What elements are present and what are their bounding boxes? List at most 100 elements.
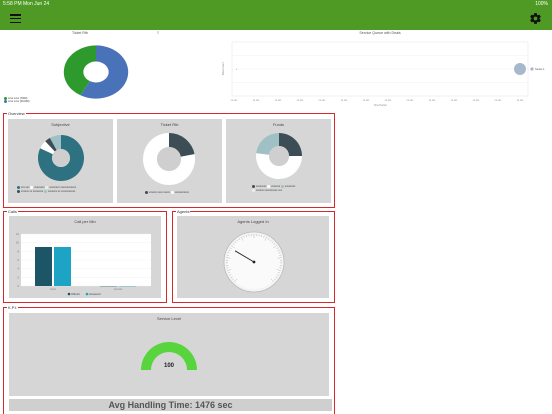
x-tick-label: xx xxx <box>385 99 392 102</box>
y-tick-label: 0 <box>18 284 20 288</box>
top-left-legend: xxxx xxxx (7000) xxxx xxxx (29,000) <box>4 97 29 103</box>
card-title: Funds <box>272 122 285 127</box>
legend-item: xxxxxxxx xxxxxxxxxxxx <box>45 186 76 189</box>
x-tick-label: xx xxx <box>363 99 370 102</box>
funds-donut-chart <box>256 133 302 179</box>
legend-dot <box>67 292 71 296</box>
card-title: Service Level <box>156 316 181 321</box>
legend-dot <box>252 185 255 188</box>
overview-label: Overview <box>7 111 26 116</box>
x-tick-label: xx xxx <box>319 99 326 102</box>
x-tick-label: xxxxxxx <box>114 288 123 291</box>
legend-dot <box>252 189 255 193</box>
x-tick-label: xx xxx <box>275 99 282 102</box>
legend-item: xxxxxx xx xxxxxxxx <box>17 190 43 193</box>
kpi-label: K.P.I. <box>7 305 19 310</box>
legend-dot <box>145 191 148 194</box>
x-tick-label: xx xxx <box>297 99 304 102</box>
ticket-rtb-legend: xxxxxx xxxx xxxxx xxxxxxxxxxx <box>145 191 189 194</box>
donut-hole <box>269 146 289 166</box>
top-left-donut-chart <box>63 45 129 99</box>
app-bar <box>0 8 552 30</box>
legend-item: xxxxxx xxxxxxxxxx xxx <box>252 189 282 192</box>
top-left-title: Ticket Rtb <box>71 31 89 35</box>
legend-item: xxxxxx xxxx xxxxx <box>145 191 170 194</box>
x-tick-label: xx xxx <box>495 99 502 102</box>
gear-icon[interactable] <box>529 12 542 25</box>
service-level-value: 100 <box>163 363 174 369</box>
top-left-menu-icon[interactable]: ≡ <box>157 30 159 35</box>
x-tick-label: xx xxx <box>451 99 458 102</box>
funds-legend: xxxxxxxx xxxxxxx xxxxxxxx xxxxxx xxxxxxx… <box>252 185 295 193</box>
x-axis-label: Time Period <box>374 104 387 107</box>
x-tick-label: xx xxx <box>231 99 238 102</box>
calls-label: Calls <box>7 209 18 214</box>
card-title: Subjective <box>51 122 70 127</box>
overview-card-funds: Funds xxxxxxxx xxxxxxx xxxxxxxx xxxxxx x… <box>226 119 331 203</box>
x-tick-label: xxxxx <box>50 288 57 291</box>
status-bar: 5:58 PM Mon Jun 24 100% <box>0 0 552 8</box>
donut-hole <box>157 147 181 171</box>
y-tick-label: 10 <box>16 241 19 245</box>
agents-dial-gauge <box>223 231 285 293</box>
legend-dot <box>43 190 47 194</box>
agents-card: Agents Logged In <box>177 216 329 298</box>
ticket-rtb-donut-chart <box>143 133 195 185</box>
overview-card-subjective: Subjective xxx xxx xxxxxxxx xxxxxxxx xxx… <box>8 119 113 203</box>
legend-dot <box>30 186 34 189</box>
legend-item: xxxxxxx <box>267 185 280 188</box>
top-right-title: Service Queue with Deals <box>359 31 401 35</box>
x-tick-label: xx xxx <box>253 99 260 102</box>
x-tick-label: xx xxx <box>407 99 414 102</box>
legend-dot <box>530 67 534 71</box>
avg-handling-time: Avg Handling Time: 1476 sec <box>9 399 332 411</box>
legend-dot <box>17 186 20 189</box>
status-time: 5:58 PM Mon Jun 24 <box>3 1 50 7</box>
legend-dot <box>4 100 7 104</box>
legend-text: Offered <box>71 292 80 296</box>
scatter-point <box>514 63 526 75</box>
y-tick-label: 8 <box>18 249 20 253</box>
donut-hole <box>52 149 70 167</box>
x-tick-label: xx xxx <box>429 99 436 102</box>
kpi-card: Service Level 100 <box>9 313 329 396</box>
y-tick-label: 4 <box>18 267 20 271</box>
legend-dot <box>85 292 89 296</box>
legend-item: xxxx xxxx (29,000) <box>4 100 29 103</box>
legend-dot <box>45 186 49 189</box>
overview-card-ticket-rtb: Ticket Rtb xxxxxx xxxx xxxxx xxxxxxxxxxx <box>117 119 222 203</box>
gauge-hub <box>252 260 256 264</box>
legend-dot <box>170 191 174 194</box>
subjective-donut-chart <box>38 135 84 181</box>
legend-item: xxxxxxxx <box>280 185 295 188</box>
legend-text: xxxx xxxx (29,000) <box>8 100 30 104</box>
y-tick-label: 6 <box>18 258 20 262</box>
card-title: Ticket Rtb <box>160 122 179 127</box>
legend-text: Series 1 <box>535 67 545 71</box>
legend-item: xxxxxxxx <box>30 186 45 189</box>
calls-bar-chart: 121086420xxxxx xxxxxxxOffered Answered <box>16 232 151 296</box>
y-axis-label: Ticket Count <box>222 62 225 76</box>
legend-dot <box>280 185 284 188</box>
point-label: • <box>236 67 237 71</box>
y-tick-label: 2 <box>18 275 20 279</box>
service-level-gauge <box>141 342 197 370</box>
calls-card: Call per Min 12 10 8 6 4 2 0 xxxxx xxxxxxx Offere… <box>9 216 161 298</box>
x-tick-label: xx xxx <box>473 99 480 102</box>
legend-dot <box>17 190 20 194</box>
bar <box>35 247 52 286</box>
legend-dot <box>267 185 271 188</box>
bar <box>54 247 71 286</box>
subjective-legend: xxx xxx xxxxxxxx xxxxxxxx xxxxxxxxxxxx x… <box>17 186 109 194</box>
legend-item: xxx xxx <box>17 186 30 189</box>
legend-item: xxxxxxxx <box>252 185 266 188</box>
legend-text: Answered <box>89 292 101 296</box>
card-title: Agents Logged In <box>237 219 269 224</box>
x-tick-label: xx xxx <box>517 99 524 102</box>
legend-item: xxxxxxxxxxx <box>170 191 189 194</box>
agents-label: Agents <box>176 209 191 214</box>
x-tick-label: xx xxx <box>341 99 348 102</box>
legend-item: xxxxxxx xx xxxxxxxxxxx <box>43 190 75 194</box>
hamburger-menu-icon[interactable] <box>10 14 21 24</box>
top-right-scatter-chart: xx xxx xx xxx xx xxx xx xxx xx xxx xx xxx xx x… <box>222 41 545 107</box>
